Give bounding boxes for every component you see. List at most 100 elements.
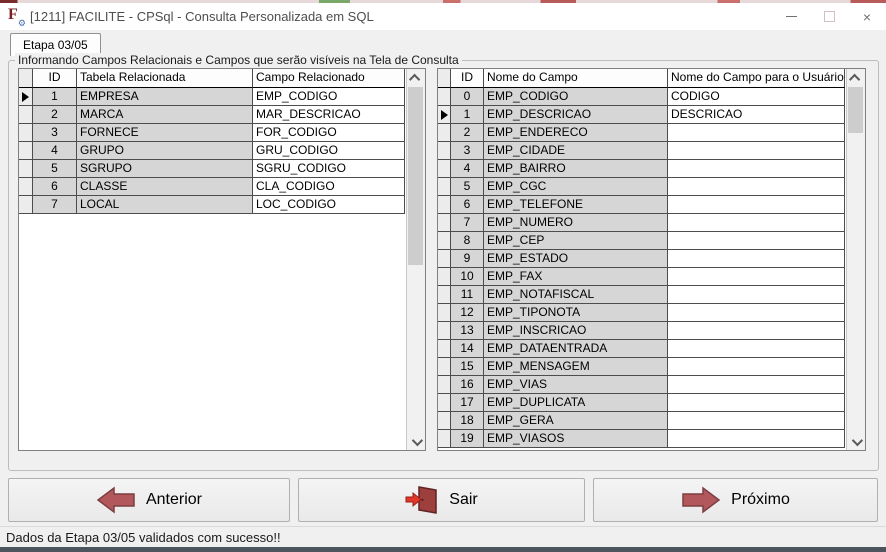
table-row[interactable]: 5SGRUPOSGRU_CODIGO: [19, 160, 406, 178]
minimize-button[interactable]: [772, 3, 810, 30]
table-row[interactable]: 13EMP_INSCRICAO: [438, 322, 846, 340]
table-row[interactable]: 4GRUPOGRU_CODIGO: [19, 142, 406, 160]
cell[interactable]: 0: [451, 88, 484, 106]
table-row[interactable]: 2EMP_ENDERECO: [438, 124, 846, 142]
cell[interactable]: [668, 268, 845, 286]
cell[interactable]: EMP_CIDADE: [484, 142, 668, 160]
table-row[interactable]: 1EMPRESAEMP_CODIGO: [19, 88, 406, 106]
cell[interactable]: [668, 304, 845, 322]
cell[interactable]: 1: [451, 106, 484, 124]
cell[interactable]: SGRU_CODIGO: [253, 160, 405, 178]
cell[interactable]: EMP_CODIGO: [253, 88, 405, 106]
cell[interactable]: 5: [33, 160, 77, 178]
cell[interactable]: EMP_TELEFONE: [484, 196, 668, 214]
cell[interactable]: [668, 340, 845, 358]
cell[interactable]: 6: [451, 196, 484, 214]
cell[interactable]: FORNECE: [77, 124, 253, 142]
cell[interactable]: 4: [33, 142, 77, 160]
cell[interactable]: 9: [451, 250, 484, 268]
cell[interactable]: GRUPO: [77, 142, 253, 160]
cell[interactable]: 3: [451, 142, 484, 160]
cell[interactable]: 1: [33, 88, 77, 106]
cell[interactable]: 15: [451, 358, 484, 376]
cell[interactable]: EMP_NOTAFISCAL: [484, 286, 668, 304]
cell[interactable]: 10: [451, 268, 484, 286]
table-row[interactable]: 6EMP_TELEFONE: [438, 196, 846, 214]
cell[interactable]: EMP_CEP: [484, 232, 668, 250]
cell[interactable]: [668, 358, 845, 376]
scrollbar-thumb[interactable]: [408, 87, 423, 265]
scrollbar-track[interactable]: [847, 86, 865, 433]
table-row[interactable]: 3FORNECEFOR_CODIGO: [19, 124, 406, 142]
cell[interactable]: 4: [451, 160, 484, 178]
cell[interactable]: EMP_BAIRRO: [484, 160, 668, 178]
cell[interactable]: LOCAL: [77, 196, 253, 214]
cell[interactable]: [668, 286, 845, 304]
cell[interactable]: 7: [451, 214, 484, 232]
table-row[interactable]: 9EMP_ESTADO: [438, 250, 846, 268]
cell[interactable]: [668, 430, 845, 448]
cell[interactable]: [668, 250, 845, 268]
table-row[interactable]: 19EMP_VIASOS: [438, 430, 846, 448]
table-row[interactable]: 1EMP_DESCRICAODESCRICAO: [438, 106, 846, 124]
cell[interactable]: 6: [33, 178, 77, 196]
cell[interactable]: EMP_DATAENTRADA: [484, 340, 668, 358]
table-row[interactable]: 14EMP_DATAENTRADA: [438, 340, 846, 358]
cell[interactable]: EMP_FAX: [484, 268, 668, 286]
cell[interactable]: 17: [451, 394, 484, 412]
cell[interactable]: EMP_ENDERECO: [484, 124, 668, 142]
cell[interactable]: EMP_VIAS: [484, 376, 668, 394]
cell[interactable]: [668, 196, 845, 214]
vertical-scrollbar[interactable]: [846, 69, 865, 450]
cell[interactable]: [668, 160, 845, 178]
table-row[interactable]: 17EMP_DUPLICATA: [438, 394, 846, 412]
cell[interactable]: SGRUPO: [77, 160, 253, 178]
table-row[interactable]: 8EMP_CEP: [438, 232, 846, 250]
scroll-up-button[interactable]: [847, 69, 865, 86]
scroll-down-button[interactable]: [407, 433, 425, 450]
cell[interactable]: 2: [451, 124, 484, 142]
cell[interactable]: EMP_CGC: [484, 178, 668, 196]
table-row[interactable]: 15EMP_MENSAGEM: [438, 358, 846, 376]
table-row[interactable]: 10EMP_FAX: [438, 268, 846, 286]
cell[interactable]: 3: [33, 124, 77, 142]
table-row[interactable]: 5EMP_CGC: [438, 178, 846, 196]
table-row[interactable]: 3EMP_CIDADE: [438, 142, 846, 160]
table-row[interactable]: 18EMP_GERA: [438, 412, 846, 430]
cell[interactable]: MAR_DESCRICAO: [253, 106, 405, 124]
cell[interactable]: 2: [33, 106, 77, 124]
scrollbar-track[interactable]: [407, 86, 425, 433]
cell[interactable]: CLA_CODIGO: [253, 178, 405, 196]
cell[interactable]: EMP_MENSAGEM: [484, 358, 668, 376]
table-row[interactable]: 7EMP_NUMERO: [438, 214, 846, 232]
cell[interactable]: EMP_NUMERO: [484, 214, 668, 232]
proximo-button[interactable]: Próximo: [593, 478, 878, 522]
sair-button[interactable]: Sair: [298, 478, 585, 522]
cell[interactable]: MARCA: [77, 106, 253, 124]
cell[interactable]: EMP_DESCRICAO: [484, 106, 668, 124]
close-button[interactable]: ×: [848, 3, 886, 30]
cell[interactable]: 19: [451, 430, 484, 448]
cell[interactable]: [668, 232, 845, 250]
cell[interactable]: 7: [33, 196, 77, 214]
table-row[interactable]: 16EMP_VIAS: [438, 376, 846, 394]
table-row[interactable]: 7LOCALLOC_CODIGO: [19, 196, 406, 214]
cell[interactable]: 18: [451, 412, 484, 430]
cell[interactable]: [668, 412, 845, 430]
cell[interactable]: EMP_ESTADO: [484, 250, 668, 268]
cell[interactable]: 11: [451, 286, 484, 304]
table-row[interactable]: 0EMP_CODIGOCODIGO: [438, 88, 846, 106]
table-row[interactable]: 6CLASSECLA_CODIGO: [19, 178, 406, 196]
cell[interactable]: 13: [451, 322, 484, 340]
cell[interactable]: [668, 214, 845, 232]
anterior-button[interactable]: Anterior: [8, 478, 290, 522]
cell[interactable]: FOR_CODIGO: [253, 124, 405, 142]
cell[interactable]: [668, 178, 845, 196]
cell[interactable]: 12: [451, 304, 484, 322]
table-row[interactable]: 2MARCAMAR_DESCRICAO: [19, 106, 406, 124]
cell[interactable]: [668, 124, 845, 142]
maximize-button[interactable]: [810, 3, 848, 30]
cell[interactable]: EMP_DUPLICATA: [484, 394, 668, 412]
cell[interactable]: LOC_CODIGO: [253, 196, 405, 214]
cell[interactable]: [668, 142, 845, 160]
